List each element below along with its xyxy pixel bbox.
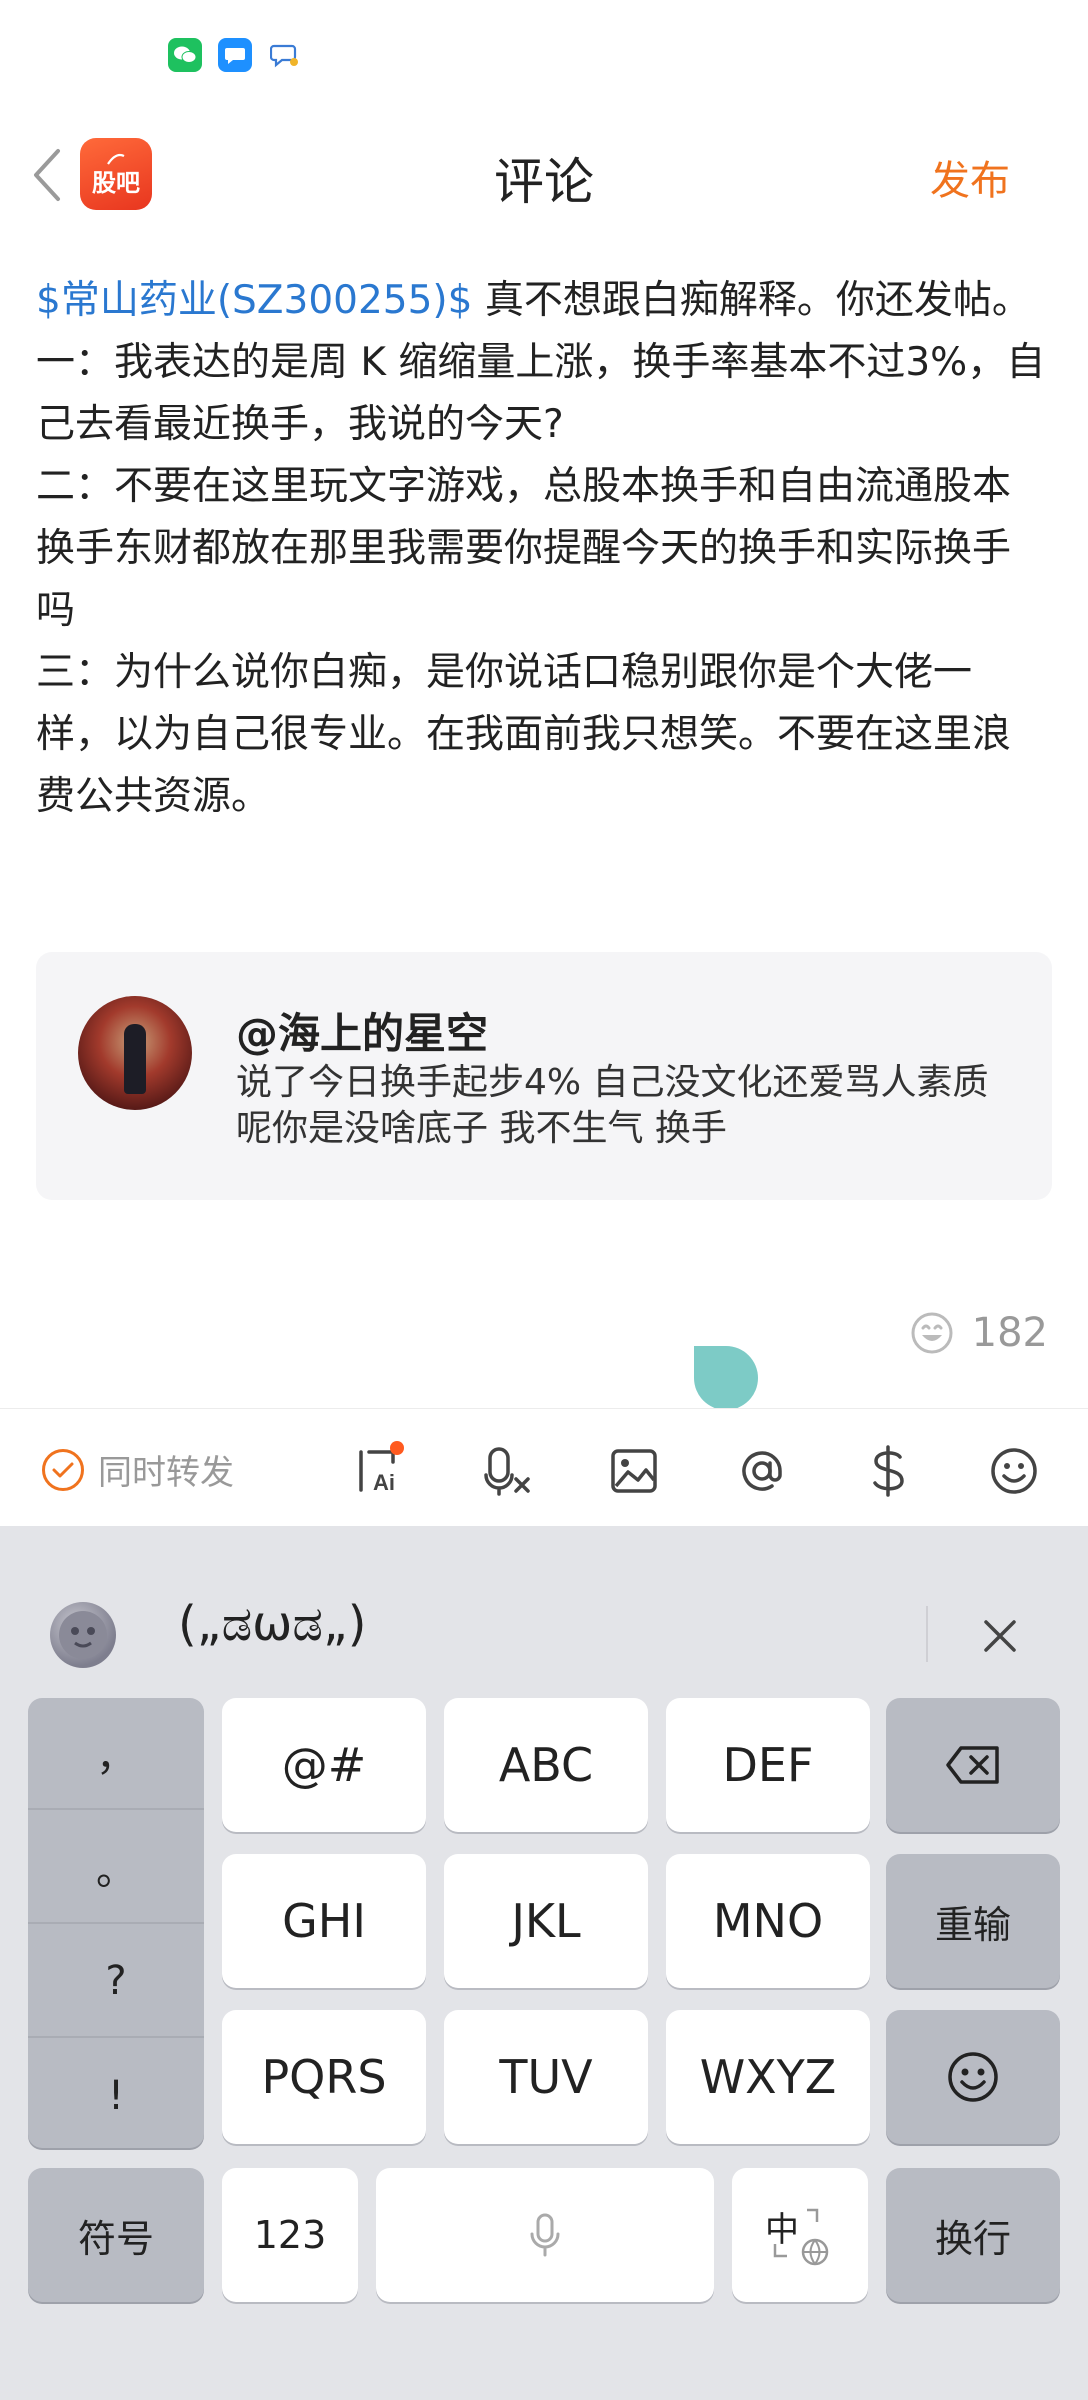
image-icon[interactable] [608,1445,660,1497]
language-switch-key[interactable]: 中 [732,2168,868,2302]
post-line-1: $常山药业(SZ300255)$ 真不想跟白痴解释。你还发帖。 [36,270,1046,332]
post-line-1-text: 真不想跟白痴解释。你还发帖。 [472,278,1031,323]
header: 股吧 评论 发布 [0,120,1088,230]
post-line-4: 三：为什么说你白痴，是你说话口稳别跟你是个大佬一样，以为自己很专业。在我面前我只… [36,650,1012,819]
message-icon [218,38,252,72]
smile-like-icon [911,1312,953,1354]
backspace-icon [946,1746,999,1784]
key-symbols-at[interactable]: @# [222,1698,426,1832]
status-bar [0,0,1088,110]
punct-key-question[interactable]: ? [28,1926,204,2038]
quoted-user-name: @海上的星空 [236,1009,489,1058]
key-mno[interactable]: MNO [666,1854,870,1988]
quoted-comment-text: 说了今日换手起步4% 自己没文化还爱骂人素质呢你是没啥底子 我不生气 换手 [236,1062,989,1149]
emoji-icon[interactable] [988,1445,1040,1497]
ai-ask-icon[interactable]: Ai [354,1441,406,1497]
repost-label: 同时转发 [98,1453,234,1493]
avatar[interactable] [78,996,192,1110]
publish-button[interactable]: 发布 [930,148,1010,206]
key-def[interactable]: DEF [666,1698,870,1832]
symbols-key[interactable]: 符号 [28,2168,204,2302]
key-jkl[interactable]: JKL [444,1854,648,1988]
moon-emoji-icon[interactable] [50,1602,116,1668]
punctuation-column: ， 。 ? ! [28,1698,204,2148]
repost-toggle[interactable]: 同时转发 [42,1445,234,1494]
key-pqrs[interactable]: PQRS [222,2010,426,2144]
like-count: 182 [971,1310,1048,1356]
reinput-key[interactable]: 重输 [886,1854,1060,1988]
dollar-icon[interactable] [862,1445,914,1497]
microphone-icon [530,2213,560,2257]
emoji-icon [948,2052,998,2102]
mention-icon[interactable] [736,1445,788,1497]
floating-handle[interactable] [694,1346,758,1410]
like-counter[interactable]: 182 [910,1310,1048,1356]
chat-icon [268,38,302,72]
key-ghi[interactable]: GHI [222,1854,426,1988]
candidate-bar: („ಡωಡ„) [0,1526,1088,1696]
compose-toolbar: 同时转发 Ai [0,1408,1088,1526]
enter-key[interactable]: 换行 [886,2168,1060,2302]
check-circle-icon [42,1448,84,1491]
notification-dot [390,1441,404,1455]
keyboard: („ಡωಡ„) ， 。 ? ! @# ABC DEF GHI JKL MNO 重… [0,1526,1088,2400]
key-abc[interactable]: ABC [444,1698,648,1832]
quoted-comment-card[interactable]: @海上的星空 说了今日换手起步4% 自己没文化还爱骂人素质呢你是没啥底子 我不生… [36,952,1052,1200]
punct-key-period[interactable]: 。 [28,1812,204,1924]
wechat-icon [168,38,202,72]
post-line-2: 一：我表达的是周 K 缩缩量上涨，换手率基本不过3%，自己去看最近换手，我说的今… [36,340,1046,447]
stock-link[interactable]: $常山药业(SZ300255)$ [36,278,472,323]
voice-search-icon[interactable] [482,1445,534,1497]
numbers-key[interactable]: 123 [222,2168,358,2302]
candidate-divider [926,1606,928,1662]
svg-text:Ai: Ai [373,1470,395,1495]
space-key[interactable] [376,2168,714,2302]
key-tuv[interactable]: TUV [444,2010,648,2144]
backspace-key[interactable] [886,1698,1060,1832]
punct-key-exclamation[interactable]: ! [28,2040,204,2152]
punct-key-comma[interactable]: ， [28,1698,204,1810]
key-wxyz[interactable]: WXYZ [666,2010,870,2144]
emoji-key[interactable] [886,2010,1060,2144]
close-icon[interactable] [970,1606,1030,1666]
candidate-kaomoji[interactable]: („ಡωಡ„) [178,1596,367,1653]
comment-text-area[interactable]: $常山药业(SZ300255)$ 真不想跟白痴解释。你还发帖。 一：我表达的是周… [36,270,1046,828]
post-line-3: 二：不要在这里玩文字游戏，总股本换手和自由流通股本换手东财都放在那里我需要你提醒… [36,464,1012,633]
page-title: 评论 [494,153,594,211]
language-switch-icon: 中 [765,2200,835,2270]
